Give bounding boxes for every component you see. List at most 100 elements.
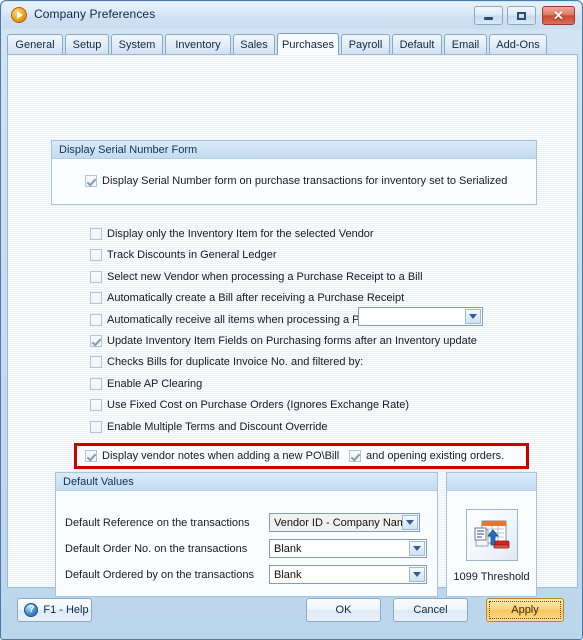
checkbox-box <box>349 450 361 462</box>
default-reference-label: Default Reference on the transactions <box>65 516 250 529</box>
tab-label: Payroll <box>348 38 383 51</box>
group-title-default-values: Default Values <box>56 473 437 491</box>
checkbox-box <box>85 450 97 462</box>
tab-setup[interactable]: Setup <box>65 34 109 54</box>
tab-payroll[interactable]: Payroll <box>341 34 390 54</box>
duplicate-invoice-filter-combobox[interactable] <box>358 307 483 326</box>
checkbox-option-6[interactable]: Checks Bills for duplicate Invoice No. a… <box>90 356 363 368</box>
checkbox-box <box>90 314 102 326</box>
tab-strip: General Setup System Inventory Sales Purchase… <box>7 33 578 55</box>
tab-label: Default <box>399 38 435 51</box>
checkbox-label: Enable AP Clearing <box>107 378 203 390</box>
apply-button-label: Apply <box>511 604 539 616</box>
tab-inventory[interactable]: Inventory <box>165 34 231 54</box>
checkbox-box <box>90 378 102 390</box>
close-icon: ✕ <box>553 8 564 23</box>
tab-email[interactable]: Email <box>444 34 487 54</box>
checkbox-option-7[interactable]: Enable AP Clearing <box>90 378 202 390</box>
maximize-icon <box>508 7 535 24</box>
checkbox-box <box>90 271 102 283</box>
1099-document-icon <box>474 520 509 549</box>
chevron-down-icon[interactable] <box>409 567 425 582</box>
checkbox-label: Automatically create a Bill after receiv… <box>107 292 405 304</box>
group-title-1099 <box>447 473 536 491</box>
tab-sales[interactable]: Sales <box>233 34 275 54</box>
checkbox-option-5[interactable]: Update Inventory Item Fields on Purchasi… <box>90 335 477 347</box>
group-body-1099: 1099 Threshold <box>447 491 536 596</box>
checkbox-option-9[interactable]: Enable Multiple Terms and Discount Overr… <box>90 421 328 433</box>
1099-threshold-label: 1099 Threshold <box>453 571 530 583</box>
default-ordered-by-value: Blank <box>274 568 302 581</box>
checkbox-option-8[interactable]: Use Fixed Cost on Purchase Orders (Ignor… <box>90 399 409 411</box>
tab-label: System <box>118 38 156 51</box>
tab-label: Setup <box>72 38 102 51</box>
default-order-no-combobox[interactable]: Blank <box>269 539 427 558</box>
dialog-footer: ? F1 - Help OK Cancel Apply <box>7 593 578 633</box>
checkbox-option-0[interactable]: Display only the Inventory Item for the … <box>90 228 374 240</box>
checkbox-display-vendor-notes-new[interactable]: Display vendor notes when adding a new P… <box>85 450 339 462</box>
window-title: Company Preferences <box>34 7 156 21</box>
tab-label: General <box>15 38 55 51</box>
1099-threshold-button[interactable] <box>465 509 518 561</box>
checkbox-box <box>90 292 102 304</box>
checkbox-option-1[interactable]: Track Discounts in General Ledger <box>90 249 277 261</box>
default-ordered-by-label: Default Ordered by on the transactions <box>65 568 254 581</box>
window-titlebar[interactable]: Company Preferences ✕ <box>2 2 581 29</box>
help-button-label: F1 - Help <box>43 604 89 616</box>
checkbox-label: Enable Multiple Terms and Discount Overr… <box>107 421 328 433</box>
company-preferences-window: Company Preferences ✕ General Setup System… <box>0 0 583 640</box>
tab-add-ons[interactable]: Add-Ons <box>489 34 547 54</box>
checkbox-option-2[interactable]: Select new Vendor when processing a Purc… <box>90 271 423 283</box>
checkbox-option-3[interactable]: Automatically create a Bill after receiv… <box>90 292 404 304</box>
minimize-icon <box>475 7 502 24</box>
help-button[interactable]: ? F1 - Help <box>17 598 92 622</box>
checkbox-box <box>90 356 102 368</box>
cancel-button[interactable]: Cancel <box>393 598 468 622</box>
question-mark-icon: ? <box>24 603 39 617</box>
checkbox-box <box>85 175 97 187</box>
close-button[interactable]: ✕ <box>542 6 575 25</box>
checkbox-box <box>90 228 102 240</box>
maximize-button[interactable] <box>507 6 536 25</box>
default-order-no-row: Default Order No. on the transactions Bl… <box>65 539 427 558</box>
checkbox-display-serial-number-form[interactable]: Display Serial Number form on purchase t… <box>85 175 507 187</box>
checkbox-box <box>90 249 102 261</box>
group-body-default-values: Default Reference on the transactions Ve… <box>56 491 437 596</box>
checkbox-label: Track Discounts in General Ledger <box>107 249 277 261</box>
checkbox-box <box>90 421 102 433</box>
checkbox-label: Display Serial Number form on purchase t… <box>102 175 508 187</box>
tab-label: Inventory <box>175 38 221 51</box>
tab-label: Purchases <box>282 38 334 51</box>
default-ordered-by-combobox[interactable]: Blank <box>269 565 427 584</box>
tab-label: Email <box>451 38 480 51</box>
group-body-serial: Display Serial Number form on purchase t… <box>52 159 536 204</box>
ok-button[interactable]: OK <box>306 598 381 622</box>
checkbox-display-vendor-notes-existing[interactable]: and opening existing orders. <box>349 450 504 462</box>
default-order-no-value: Blank <box>274 542 302 555</box>
apply-button[interactable]: Apply <box>486 598 564 622</box>
checkbox-box <box>90 399 102 411</box>
default-reference-combobox[interactable]: Vendor ID - Company Name <box>269 513 420 532</box>
vendor-notes-highlight-box: Display vendor notes when adding a new P… <box>74 443 529 469</box>
chevron-down-icon[interactable] <box>409 541 425 556</box>
chevron-down-icon[interactable] <box>465 309 481 324</box>
tab-default[interactable]: Default <box>392 34 442 54</box>
checkbox-label: Display only the Inventory Item for the … <box>107 228 374 240</box>
chevron-down-icon[interactable] <box>402 515 418 530</box>
cancel-button-label: Cancel <box>413 604 448 616</box>
group-title-serial: Display Serial Number Form <box>52 141 536 159</box>
display-serial-number-form-group: Display Serial Number Form Display Seria… <box>51 140 537 205</box>
tab-label: Add-Ons <box>496 38 540 51</box>
default-ordered-by-row: Default Ordered by on the transactions B… <box>65 565 427 584</box>
play-circle-icon <box>11 7 27 23</box>
checkbox-box <box>90 335 102 347</box>
minimize-button[interactable] <box>474 6 503 25</box>
default-values-group: Default Values Default Reference on the … <box>55 472 438 597</box>
checkbox-label: Update Inventory Item Fields on Purchasi… <box>107 335 477 347</box>
1099-threshold-group: 1099 Threshold <box>446 472 537 597</box>
default-order-no-label: Default Order No. on the transactions <box>65 542 248 555</box>
tab-purchases[interactable]: Purchases <box>277 33 339 55</box>
checkbox-label: Checks Bills for duplicate Invoice No. a… <box>107 356 364 368</box>
tab-system[interactable]: System <box>111 34 163 54</box>
tab-general[interactable]: General <box>7 34 63 54</box>
